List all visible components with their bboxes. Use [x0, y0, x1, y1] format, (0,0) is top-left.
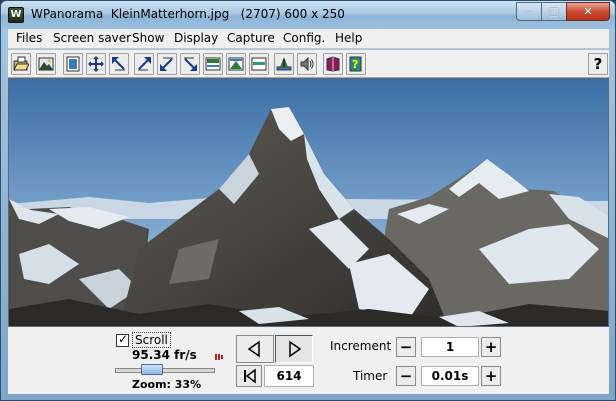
- zoom-slider-thumb[interactable]: [140, 364, 163, 375]
- picture-info-icon: [276, 57, 292, 71]
- screen-bottom-button[interactable]: [249, 53, 269, 75]
- picture-info-button[interactable]: [274, 53, 294, 75]
- position-value: 614: [264, 365, 314, 387]
- speed-indicator-icon: [215, 354, 223, 360]
- screen-top-icon: [205, 57, 221, 71]
- arrow-up-left-icon: [112, 57, 125, 71]
- center-move-icon: [88, 56, 104, 72]
- zoom-level: Zoom: 33%: [132, 378, 202, 391]
- timer-value[interactable]: 0.01s: [421, 366, 479, 386]
- close-button[interactable]: ✕: [566, 2, 610, 21]
- triangle-left-icon: [247, 340, 260, 358]
- fit-window-icon: [66, 56, 80, 72]
- timer-plus-button[interactable]: +: [481, 366, 501, 386]
- panorama-image: [9, 79, 608, 326]
- minimize-icon: –: [526, 5, 532, 18]
- menu-screen-saver[interactable]: Screen saver: [53, 31, 131, 45]
- window-title: WPanorama KleinMatterhorn.jpg (2707) 600…: [31, 7, 345, 21]
- menu-bar: Files Screen saver Show Display Capture …: [8, 29, 609, 49]
- menu-show[interactable]: Show: [132, 31, 164, 45]
- zoom-slider-track[interactable]: [115, 368, 215, 373]
- go-to-start-button[interactable]: [236, 365, 262, 387]
- menu-config[interactable]: Config.: [283, 31, 325, 45]
- picture-button[interactable]: [36, 53, 56, 75]
- help-book-icon: ?: [349, 56, 362, 72]
- maximize-button[interactable]: □: [541, 2, 567, 21]
- screen-middle-icon: [228, 57, 244, 71]
- scroll-checkbox[interactable]: ✓: [116, 332, 129, 347]
- arrow-down-left-icon: [160, 57, 173, 71]
- menu-display[interactable]: Display: [174, 31, 218, 45]
- svg-text:?: ?: [352, 58, 358, 71]
- check-mark-icon: ✓: [118, 332, 129, 346]
- open-file-button[interactable]: [11, 53, 31, 75]
- arrow-down-right-icon: [184, 57, 197, 71]
- increment-label: Increment: [330, 339, 392, 353]
- sound-button[interactable]: [297, 53, 317, 75]
- increment-minus-button[interactable]: −: [396, 337, 416, 357]
- arrow-down-left-button[interactable]: [157, 53, 177, 75]
- screen-middle-button[interactable]: [226, 53, 246, 75]
- book-icon: [326, 56, 340, 72]
- app-window: W WPanorama KleinMatterhorn.jpg (2707) 6…: [0, 0, 616, 401]
- frame-rate: 95.34 fr/s: [132, 348, 197, 362]
- menu-files[interactable]: Files: [16, 31, 42, 45]
- maximize-icon: □: [548, 5, 560, 18]
- control-panel: ✓ Scroll 95.34 fr/s Zoom: 33% 614 Increm…: [8, 327, 609, 394]
- toolbar: ? ?: [8, 50, 609, 78]
- scroll-label[interactable]: Scroll: [132, 332, 171, 348]
- panorama-view[interactable]: [8, 78, 609, 327]
- arrow-up-right-icon: [138, 57, 151, 71]
- skip-start-icon: [244, 368, 256, 384]
- close-icon: ✕: [583, 5, 593, 18]
- triangle-right-icon: [289, 340, 302, 358]
- title-bar[interactable]: W WPanorama KleinMatterhorn.jpg (2707) 6…: [1, 1, 615, 29]
- minimize-button[interactable]: –: [516, 2, 542, 21]
- menu-capture[interactable]: Capture: [227, 31, 275, 45]
- arrow-down-right-button[interactable]: [180, 53, 200, 75]
- open-file-icon: [13, 56, 29, 71]
- book-button[interactable]: [323, 53, 343, 75]
- app-icon[interactable]: W: [8, 7, 24, 23]
- increment-plus-button[interactable]: +: [481, 337, 501, 357]
- menu-help[interactable]: Help: [335, 31, 362, 45]
- scroll-right-button[interactable]: [275, 335, 313, 363]
- screen-top-button[interactable]: [203, 53, 223, 75]
- arrow-up-left-button[interactable]: [109, 53, 129, 75]
- speaker-icon: [300, 56, 314, 72]
- scroll-left-button[interactable]: [236, 335, 274, 363]
- help-button[interactable]: ?: [588, 53, 608, 75]
- timer-minus-button[interactable]: −: [396, 366, 416, 386]
- timer-label: Timer: [353, 369, 388, 383]
- fit-window-button[interactable]: [63, 53, 83, 75]
- center-move-button[interactable]: [86, 53, 106, 75]
- arrow-up-right-button[interactable]: [134, 53, 154, 75]
- screen-bottom-icon: [251, 57, 267, 71]
- help-book-button[interactable]: ?: [346, 53, 366, 75]
- increment-value[interactable]: 1: [421, 337, 479, 357]
- picture-icon: [38, 57, 54, 71]
